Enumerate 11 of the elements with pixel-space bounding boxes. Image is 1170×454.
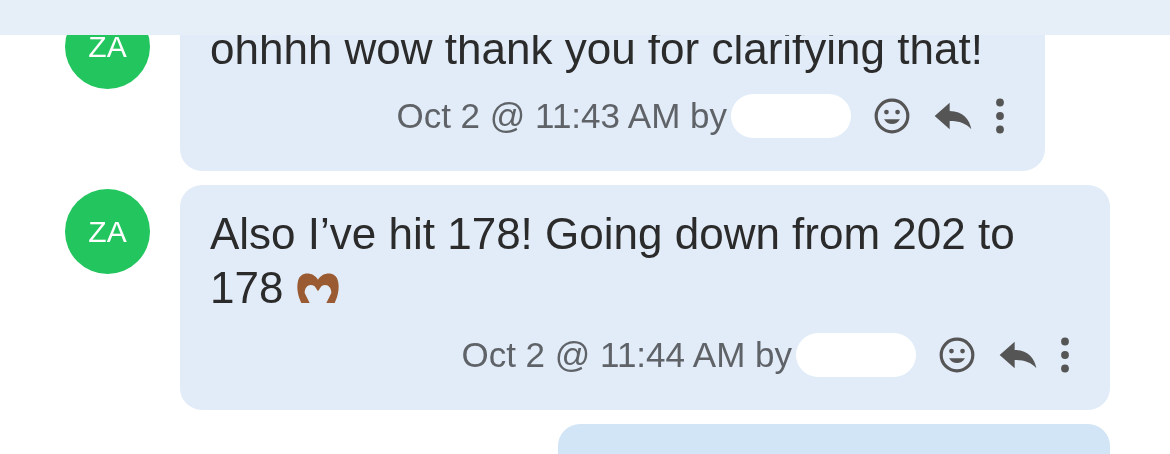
message-text: ohhhh wow thank you for clarifying that! (210, 23, 984, 75)
emoji-reaction-icon[interactable] (873, 97, 911, 135)
reply-icon[interactable] (933, 101, 973, 131)
more-options-icon[interactable] (1060, 337, 1070, 373)
timestamp: Oct 2 @ 11:44 AM by (461, 333, 792, 376)
avatar: ZA (65, 189, 150, 274)
emoji-reaction-icon[interactable] (938, 336, 976, 374)
more-options-icon[interactable] (995, 98, 1005, 134)
message-text: Also I’ve hit 178! Going down from 202 to 178 (210, 208, 1016, 314)
reply-icon[interactable] (998, 340, 1038, 370)
timestamp: Oct 2 @ 11:43 AM by (396, 94, 727, 137)
